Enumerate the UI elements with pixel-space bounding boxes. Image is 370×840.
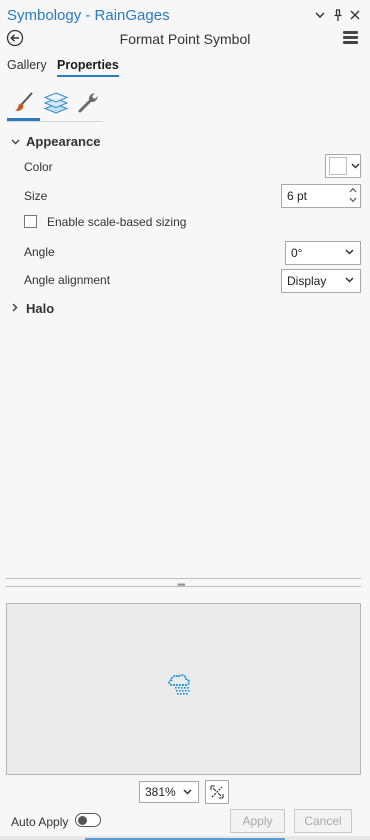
tab-structure-wrench[interactable] <box>72 86 104 118</box>
close-icon[interactable] <box>347 6 363 24</box>
angle-alignment-value: Display <box>287 274 327 288</box>
splitter-line <box>6 578 361 579</box>
layers-icon <box>43 92 69 114</box>
chevron-down-icon <box>351 161 360 171</box>
chevron-right-icon <box>10 303 20 314</box>
color-picker-button[interactable] <box>325 154 361 178</box>
spin-down-icon[interactable] <box>349 196 357 206</box>
scale-sizing-checkbox[interactable] <box>24 215 37 228</box>
chevron-down-icon <box>345 247 354 258</box>
tab-symbol-layers[interactable] <box>40 86 72 118</box>
size-value: 6 pt <box>287 189 308 203</box>
wrench-icon <box>78 93 98 113</box>
zoom-fit-icon <box>210 785 224 799</box>
tab-symbol-brush[interactable] <box>8 86 40 118</box>
zoom-value: 381% <box>145 785 176 799</box>
size-spinner[interactable] <box>349 186 357 206</box>
toggle-knob <box>78 815 87 825</box>
color-swatch <box>329 157 347 175</box>
splitter-line <box>6 586 361 587</box>
spin-up-icon[interactable] <box>349 186 357 196</box>
auto-apply-toggle[interactable] <box>75 813 101 827</box>
menu-icon[interactable] <box>343 31 358 45</box>
pin-icon[interactable] <box>330 6 346 24</box>
apply-button[interactable]: Apply <box>230 809 285 833</box>
angle-label: Angle <box>24 245 55 259</box>
page-subtitle: Format Point Symbol <box>119 31 251 47</box>
pane-options-chevron-icon[interactable] <box>312 6 328 24</box>
rain-cloud-icon <box>165 668 195 698</box>
auto-apply-label: Auto Apply <box>11 815 69 829</box>
angle-alignment-select[interactable]: Display <box>281 269 361 293</box>
pane-title: Symbology - RainGages <box>7 7 170 24</box>
size-input[interactable]: 6 pt <box>281 184 361 208</box>
angle-combobox[interactable]: 0° <box>285 241 361 265</box>
zoom-to-fit-button[interactable] <box>205 780 229 804</box>
zoom-select[interactable]: 381% <box>139 781 199 803</box>
angle-value: 0° <box>291 246 303 260</box>
cancel-button[interactable]: Cancel <box>294 809 352 833</box>
brush-icon <box>15 92 33 111</box>
appearance-header-label: Appearance <box>26 134 101 149</box>
angle-alignment-label: Angle alignment <box>24 273 111 287</box>
halo-section-header[interactable]: Halo <box>10 301 54 316</box>
chevron-down-icon <box>345 275 354 286</box>
chevron-down-icon <box>10 137 20 147</box>
appearance-section-header[interactable]: Appearance <box>10 134 100 149</box>
color-label: Color <box>24 160 53 174</box>
chevron-down-icon <box>183 787 192 798</box>
tab-properties[interactable]: Properties <box>57 58 119 77</box>
size-label: Size <box>24 189 48 203</box>
tab-gallery[interactable]: Gallery <box>7 58 47 75</box>
halo-header-label: Halo <box>26 301 55 316</box>
scale-sizing-label: Enable scale-based sizing <box>47 215 187 229</box>
tab-divider <box>7 121 103 122</box>
